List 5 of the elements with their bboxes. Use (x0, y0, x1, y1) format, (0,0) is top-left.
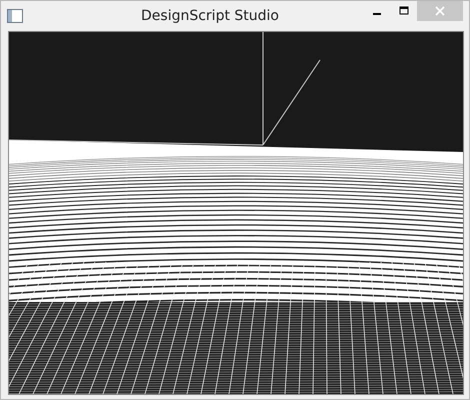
close-icon (435, 6, 445, 16)
window-icon (7, 8, 23, 22)
minimize-icon (372, 13, 380, 15)
window-title: DesignScript Studio (140, 8, 280, 24)
maximize-icon (398, 6, 408, 16)
